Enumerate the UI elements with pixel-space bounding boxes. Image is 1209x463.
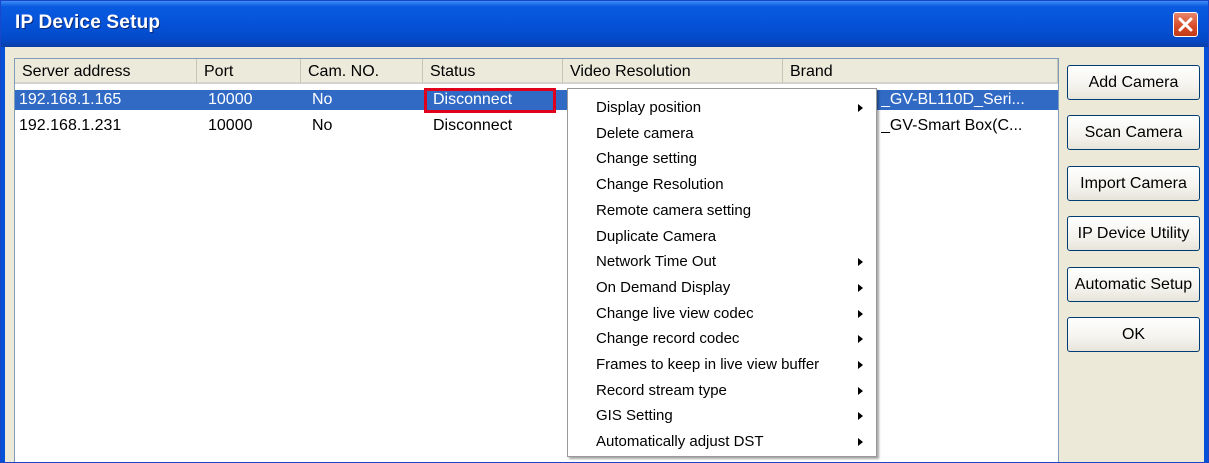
column-header-brand[interactable]: Brand xyxy=(783,59,1058,84)
close-icon xyxy=(1178,17,1193,32)
camera-list[interactable]: Server address Port Cam. NO. Status Vide… xyxy=(14,58,1059,462)
menu-item-label: Record stream type xyxy=(596,381,727,399)
port-cell: 10000 xyxy=(208,91,253,108)
menu-item-label: Change record codec xyxy=(596,330,740,348)
column-header-status[interactable]: Status xyxy=(423,59,563,84)
scan-camera-button[interactable]: Scan Camera xyxy=(1067,115,1200,150)
submenu-arrow-icon xyxy=(858,309,863,318)
ok-button[interactable]: OK xyxy=(1067,317,1200,352)
menu-item-change-record-codec[interactable]: Change record codec xyxy=(568,326,876,352)
cam-no-cell: No xyxy=(312,91,333,108)
submenu-arrow-icon xyxy=(858,283,863,292)
window-frame-right xyxy=(1204,47,1208,462)
menu-item-label: Change Resolution xyxy=(596,176,724,194)
menu-item-automatically-adjust-dst[interactable]: Automatically adjust DST xyxy=(568,429,876,455)
menu-item-change-live-view-codec[interactable]: Change live view codec xyxy=(568,301,876,327)
server-address-cell: 192.168.1.165 xyxy=(19,91,122,108)
menu-item-label: Automatically adjust DST xyxy=(596,433,764,451)
menu-item-gis-setting[interactable]: GIS Setting xyxy=(568,403,876,429)
ip-device-setup-window: IP Device Setup Server address Port Cam.… xyxy=(0,0,1209,463)
submenu-arrow-icon xyxy=(858,386,863,395)
menu-item-label: Change setting xyxy=(596,150,697,168)
cam-no-cell: No xyxy=(312,117,333,134)
submenu-arrow-icon xyxy=(858,438,863,447)
port-cell: 10000 xyxy=(208,117,253,134)
menu-item-label: Display position xyxy=(596,99,702,116)
submenu-arrow-icon xyxy=(858,258,863,267)
submenu-arrow-icon xyxy=(858,104,863,112)
brand-cell: _GV-BL110D_Seri... xyxy=(881,91,1025,108)
close-button[interactable] xyxy=(1173,12,1198,37)
brand-cell: _GV-Smart Box(C... xyxy=(881,117,1023,134)
menu-item-label: Delete camera xyxy=(596,124,694,142)
window-frame-left xyxy=(1,47,5,462)
menu-item-label: GIS Setting xyxy=(596,407,673,425)
menu-item-change-resolution[interactable]: Change Resolution xyxy=(568,172,876,198)
automatic-setup-button[interactable]: Automatic Setup xyxy=(1067,267,1200,302)
menu-item-delete-camera[interactable]: Delete camera xyxy=(568,121,876,147)
status-highlight-box xyxy=(424,88,556,113)
list-header: Server address Port Cam. NO. Status Vide… xyxy=(15,59,1058,85)
ip-device-utility-button[interactable]: IP Device Utility xyxy=(1067,216,1200,251)
menu-item-label: Duplicate Camera xyxy=(596,227,717,245)
menu-item-change-setting[interactable]: Change setting xyxy=(568,146,876,172)
menu-item-label: Remote camera setting xyxy=(596,201,752,219)
column-header-server-address[interactable]: Server address xyxy=(15,59,197,84)
menu-item-record-stream-type[interactable]: Record stream type xyxy=(568,378,876,404)
menu-item-remote-camera-setting[interactable]: Remote camera setting xyxy=(568,198,876,224)
column-header-port[interactable]: Port xyxy=(197,59,301,84)
menu-item-duplicate-camera[interactable]: Duplicate Camera xyxy=(568,224,876,250)
menu-item-label: Frames to keep in live view buffer xyxy=(596,356,820,373)
submenu-arrow-icon xyxy=(858,361,863,369)
menu-item-network-time-out[interactable]: Network Time Out xyxy=(568,249,876,275)
import-camera-button[interactable]: Import Camera xyxy=(1067,166,1200,201)
menu-item-on-demand-display[interactable]: On Demand Display xyxy=(568,275,876,301)
menu-item-label: On Demand Display xyxy=(596,278,731,296)
menu-item-label: Network Time Out xyxy=(596,253,717,271)
status-cell: Disconnect xyxy=(433,117,513,134)
table-row[interactable]: 192.168.1.231 10000 No Disconnect _GV-Sm… xyxy=(15,116,1058,136)
add-camera-button[interactable]: Add Camera xyxy=(1067,65,1200,100)
title-bar[interactable]: IP Device Setup xyxy=(1,1,1208,47)
menu-item-label: Change live view codec xyxy=(596,304,754,322)
window-title: IP Device Setup xyxy=(15,12,161,33)
context-menu: Display position Delete camera Change sett… xyxy=(567,88,877,457)
submenu-arrow-icon xyxy=(858,412,863,421)
column-header-video-resolution[interactable]: Video Resolution xyxy=(563,59,783,84)
server-address-cell: 192.168.1.231 xyxy=(19,117,122,134)
menu-item-display-position[interactable]: Display position xyxy=(568,95,876,121)
column-header-cam-no[interactable]: Cam. NO. xyxy=(301,59,423,84)
menu-item-frames-to-keep-in-live-view-buffer[interactable]: Frames to keep in live view buffer xyxy=(568,352,876,378)
submenu-arrow-icon xyxy=(858,335,863,344)
